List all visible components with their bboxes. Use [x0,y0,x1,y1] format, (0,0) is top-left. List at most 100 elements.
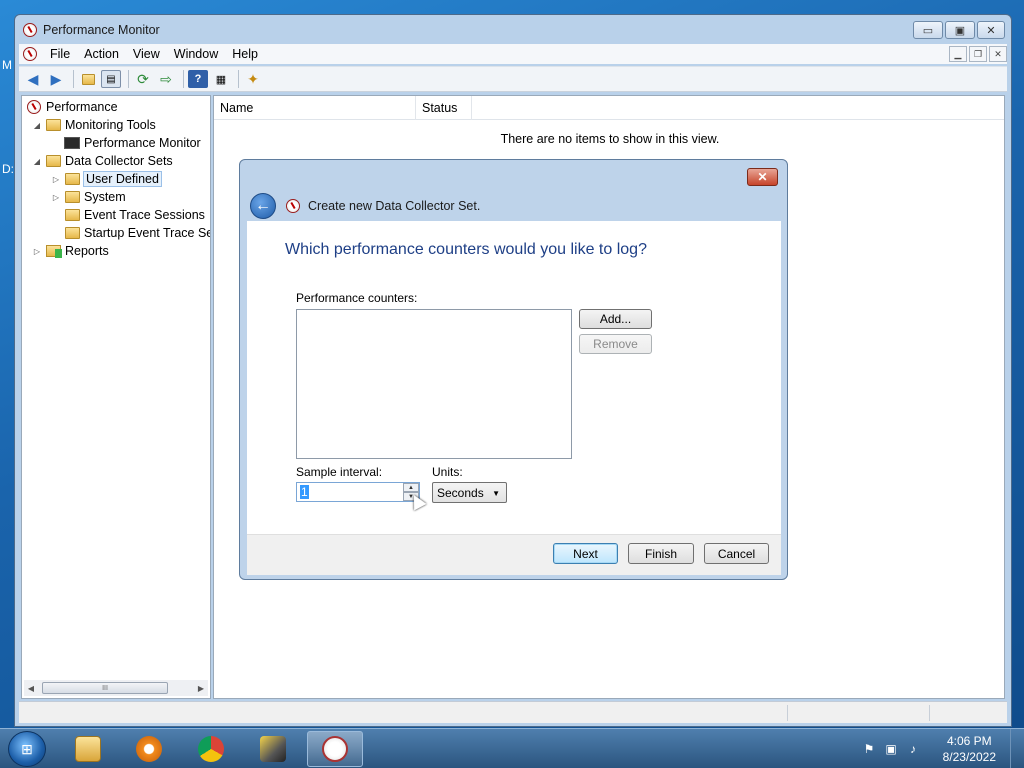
tree-item-startup-event-trace-sessions[interactable]: Startup Event Trace Ses [64,224,210,242]
title-bar[interactable]: Performance Monitor ▭ ▣ ✕ [15,15,1011,45]
performance-monitor-icon [322,736,348,762]
back-arrow-icon[interactable]: ◀ [23,70,43,88]
window-title: Performance Monitor [43,23,160,37]
system-folder-icon [64,191,80,203]
sample-interval-value[interactable]: 1 [300,485,309,499]
volume-icon[interactable]: ♪ [906,742,920,756]
tree-item-event-trace-sessions[interactable]: Event Trace Sessions [64,206,205,224]
menu-help[interactable]: Help [225,47,265,61]
action-center-flag-icon[interactable]: ⚑ [862,742,876,756]
create-data-collector-set-dialog: ✕ ← Create new Data Collector Set. Which… [239,159,788,580]
export-list-icon[interactable]: ⇨ [156,70,176,88]
column-header-status[interactable]: Status [416,96,472,120]
folder-icon [45,155,61,167]
back-arrow-icon[interactable]: ← [250,193,276,219]
tree-label: Startup Event Trace Ses [84,226,210,240]
cancel-button[interactable]: Cancel [704,543,769,564]
scroll-right-icon[interactable]: ▶ [194,681,208,695]
expand-arrow-icon[interactable]: ▷ [32,247,42,256]
close-button[interactable]: ✕ [977,21,1005,39]
clock[interactable]: 4:06 PM 8/23/2022 [943,733,996,765]
taskbar-chrome[interactable] [183,731,239,767]
column-header-name[interactable]: Name [214,96,416,120]
properties-icon[interactable]: ▦ [211,70,231,88]
collapse-arrow-icon[interactable]: ◢ [32,157,42,166]
reports-icon [45,245,62,258]
tree-label: System [84,190,126,204]
tree-horizontal-scrollbar[interactable]: ◀ III ▶ [24,680,208,696]
units-label: Units: [432,465,463,479]
tree-label: Performance [46,100,118,114]
menu-window[interactable]: Window [167,47,225,61]
dialog-header: ← Create new Data Collector Set. [250,191,780,221]
help-icon[interactable]: ? [188,70,208,88]
expand-arrow-icon[interactable]: ▷ [51,193,61,202]
sample-interval-label: Sample interval: [296,465,383,479]
spin-up-icon[interactable]: ▲ [403,483,419,492]
show-desktop-button[interactable] [1010,729,1024,768]
expand-arrow-icon[interactable]: ▷ [51,175,61,184]
tree-label: Reports [65,244,109,258]
tree-label: Data Collector Sets [65,154,173,168]
tree-item-system[interactable]: ▷ System [51,188,126,206]
tree-item-user-defined[interactable]: ▷ User Defined [51,170,162,188]
desktop-icon-label-fragment: M [2,58,12,72]
dropdown-arrow-icon: ▼ [492,489,500,498]
performance-counters-list[interactable] [296,309,572,459]
wizard-page: Which performance counters would you lik… [247,221,781,534]
child-close-icon[interactable]: ✕ [989,46,1007,62]
performance-monitor-icon [286,199,300,213]
network-icon[interactable]: ▣ [884,742,898,756]
tree-label: User Defined [83,171,162,187]
clock-time: 4:06 PM [946,734,992,748]
dialog-close-button[interactable]: ✕ [747,168,778,186]
finish-button[interactable]: Finish [628,543,694,564]
scroll-thumb[interactable]: III [42,682,168,694]
minimize-button[interactable]: ▭ [913,21,943,39]
units-dropdown[interactable]: Seconds ▼ [432,482,507,503]
taskbar-windows-explorer[interactable] [60,731,116,767]
add-counter-button[interactable]: Add... [579,309,652,329]
tree-item-reports[interactable]: ▷ Reports [32,242,109,260]
folder-icon [45,119,61,131]
start-button[interactable]: ⊞ [8,731,46,767]
dialog-title: Create new Data Collector Set. [308,199,481,213]
system-menu-icon[interactable] [23,47,37,61]
sample-interval-stepper[interactable]: 1 ▲ ▼ [296,482,420,502]
up-folder-icon[interactable] [78,70,98,88]
maximize-button[interactable]: ▣ [945,21,975,39]
navigation-tree-pane: Performance ◢ Monitoring Tools Performan… [21,95,211,699]
menu-view[interactable]: View [126,47,167,61]
tree-label: Monitoring Tools [65,118,156,132]
user-folder-icon [64,173,80,185]
folder-icon [75,736,101,762]
tree-item-monitoring-tools[interactable]: ◢ Monitoring Tools [32,116,156,134]
status-bar [19,701,1007,723]
network-tool-icon [260,736,286,762]
performance-counters-label: Performance counters: [296,291,418,305]
child-minimize-icon[interactable]: ▁ [949,46,967,62]
next-button[interactable]: Next [553,543,618,564]
scroll-left-icon[interactable]: ◀ [24,681,38,695]
tree-item-data-collector-sets[interactable]: ◢ Data Collector Sets [32,152,173,170]
event-trace-folder-icon [64,209,80,221]
forward-arrow-icon[interactable]: ▶ [46,70,66,88]
taskbar-media-player[interactable] [121,731,177,767]
show-hide-tree-icon[interactable]: ▤ [101,70,121,88]
child-restore-icon[interactable]: ❐ [969,46,987,62]
remove-counter-button[interactable]: Remove [579,334,652,354]
wizard-heading: Which performance counters would you lik… [285,241,647,258]
new-set-icon[interactable]: ✦ [243,70,263,88]
performance-icon [27,100,41,114]
refresh-icon[interactable]: ⟳ [133,70,153,88]
tree-label: Performance Monitor [84,136,201,150]
media-player-icon [136,736,162,762]
tree-item-performance[interactable]: Performance [26,98,118,116]
taskbar-network-tool[interactable] [245,731,301,767]
collapse-arrow-icon[interactable]: ◢ [32,121,42,130]
tree-item-performance-monitor[interactable]: Performance Monitor [64,134,201,152]
menu-action[interactable]: Action [77,47,126,61]
menu-bar: File Action View Window Help ▁ ❐ ✕ [19,44,1007,64]
menu-file[interactable]: File [43,47,77,61]
taskbar-performance-monitor[interactable] [307,731,363,767]
